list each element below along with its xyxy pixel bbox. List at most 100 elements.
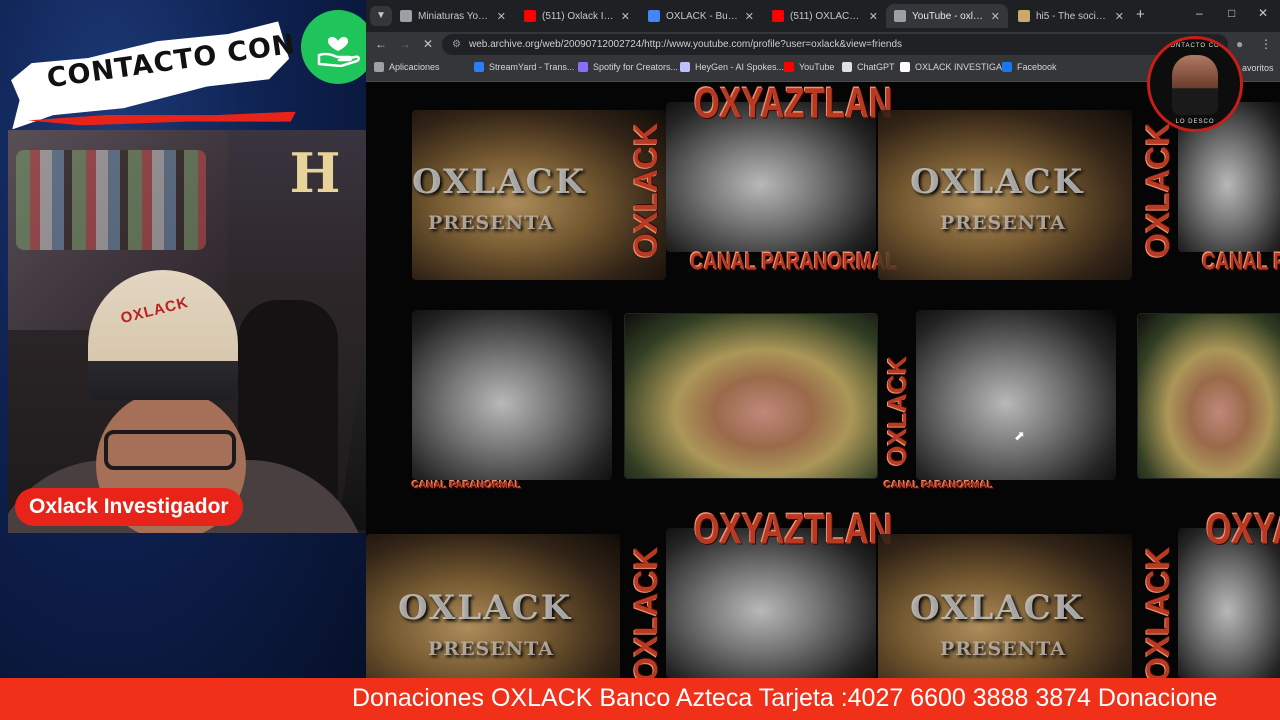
bookmark-label: Spotify for Creators... — [593, 62, 679, 72]
brand-title: OXYAZTLAN — [694, 82, 893, 127]
browser-menu-icon[interactable]: ⋮ — [1260, 37, 1272, 51]
brand-vertical: OXLACK — [628, 122, 664, 258]
brand-tagline-small: CANAL PARANORMAL — [884, 480, 994, 491]
bookmark-label: YouTube — [799, 62, 835, 72]
youtube-icon — [784, 62, 794, 72]
maximize-button[interactable]: □ — [1228, 6, 1235, 20]
archive-icon — [894, 10, 906, 22]
tab-title: YouTube - oxlack's C... — [912, 10, 985, 22]
brand-title: OXYAZTLAN — [694, 504, 893, 553]
shelf-letter: H — [289, 141, 341, 205]
heart-hand-icon — [301, 10, 375, 84]
brand-vertical: OXLACK — [1140, 546, 1176, 678]
spotify-icon — [578, 62, 588, 72]
presenter-name-tag: Oxlack Investigador — [15, 488, 243, 526]
close-tab-icon[interactable]: ✕ — [745, 10, 754, 23]
browser-tab[interactable]: (511) Oxlack Investig... ✕ — [516, 4, 638, 28]
watermark-presenta: PRESENTA — [940, 638, 1066, 660]
bookmark-item[interactable]: Spotify for Creators... — [578, 62, 678, 72]
google-icon — [648, 10, 660, 22]
back-arrow-icon[interactable]: ← — [375, 37, 387, 51]
forward-arrow-icon[interactable]: → — [399, 37, 411, 51]
brand-tagline-small: CANAL PARANORMAL — [412, 480, 522, 491]
brand-tagline: CANAL PARANORMAL — [690, 249, 898, 276]
close-tab-icon[interactable]: ✕ — [991, 10, 1000, 23]
tiktok-icon — [900, 62, 910, 72]
facebook-icon — [1002, 62, 1012, 72]
watermark-presenta: PRESENTA — [428, 638, 554, 660]
chatgpt-icon — [842, 62, 852, 72]
browser-tab[interactable]: OXLACK - Buscar con ✕ — [640, 4, 762, 28]
ticker-text: Donaciones OXLACK Banco Azteca Tarjeta :… — [352, 684, 1218, 712]
brand-vertical: OXLACK — [1140, 122, 1176, 258]
wallpaper-tile — [916, 310, 1116, 480]
address-bar: ← → ✕ ⚙ web.archive.org/web/200907120027… — [366, 32, 1280, 57]
watermark-oxlack: OXLACK — [398, 588, 573, 628]
bookmark-label: ChatGPT — [857, 62, 895, 72]
close-window-button[interactable]: ✕ — [1258, 6, 1268, 20]
close-tab-icon[interactable]: ✕ — [497, 10, 506, 23]
close-tab-icon[interactable]: ✕ — [1115, 10, 1124, 23]
streamyard-icon — [474, 62, 484, 72]
mouse-cursor-icon: ⬈ — [1014, 428, 1025, 443]
brand-vertical: OXLACK — [882, 356, 912, 466]
site-info-icon[interactable]: ⚙ — [452, 39, 461, 50]
stop-loading-icon[interactable]: ✕ — [423, 37, 433, 51]
bookmark-label: StreamYard - Trans... — [489, 62, 575, 72]
close-tab-icon[interactable]: ✕ — [621, 10, 630, 23]
brand-vertical: OXLACK — [628, 546, 664, 678]
tab-search-button[interactable]: ▼ — [370, 6, 392, 26]
browser-window: ▼ Miniaturas YouTube✕(511) Oxlack Invest… — [366, 0, 1280, 678]
watermark-oxlack: OXLACK — [910, 588, 1085, 628]
new-tab-button[interactable]: + — [1136, 6, 1145, 23]
bookmark-label: OXLACK INVESTIGA... — [915, 62, 1010, 72]
url-input[interactable]: ⚙ web.archive.org/web/20090712002724/htt… — [442, 34, 1228, 55]
bookmark-item[interactable]: Facebook — [1002, 62, 1057, 72]
channel-logo: CONTACTO CON LO DESCO — [1147, 36, 1243, 132]
logo-ring-text-bottom: LO DESCO — [1175, 119, 1215, 125]
browser-tab[interactable]: hi5 - The social netw... ✕ — [1010, 4, 1132, 28]
browser-tab[interactable]: (511) OXLACK CASTR... ✕ — [764, 4, 886, 28]
webcam-feed: H OXLACK — [8, 130, 411, 533]
tab-title: (511) Oxlack Investig... — [542, 10, 615, 22]
close-tab-icon[interactable]: ✕ — [869, 10, 878, 23]
browser-tab[interactable]: YouTube - oxlack's C... ✕ — [886, 4, 1008, 28]
minimize-button[interactable]: – — [1196, 6, 1203, 20]
web-page-content: OXLACK PRESENTA OXYAZTLAN OXLACK CANAL P… — [366, 82, 1280, 678]
figure-collection — [16, 150, 206, 250]
tab-title: OXLACK - Buscar con — [666, 10, 739, 22]
tab-title: Miniaturas YouTube — [418, 10, 491, 22]
wallpaper-tile-featured — [624, 313, 878, 479]
bookmark-item[interactable]: StreamYard - Trans... — [474, 62, 574, 72]
donation-ticker: Donaciones OXLACK Banco Azteca Tarjeta :… — [0, 678, 1280, 720]
bookmark-label: HeyGen - AI Spokes... — [695, 62, 785, 72]
bookmark-item[interactable]: ChatGPT — [842, 62, 895, 72]
bookmark-item[interactable]: OXLACK INVESTIGA... — [900, 62, 1010, 72]
brand-tagline: CANAL PARANORMAL — [1202, 249, 1280, 276]
logo-ring-text: CONTACTO CON — [1164, 43, 1226, 49]
bookmark-item[interactable]: HeyGen - AI Spokes... — [680, 62, 784, 72]
youtube-icon — [524, 10, 536, 22]
bookmark-label: Aplicaciones — [389, 62, 440, 72]
watermark-oxlack: OXLACK — [910, 162, 1085, 202]
wallpaper-tile — [412, 310, 612, 480]
watermark-presenta: PRESENTA — [940, 212, 1066, 234]
browser-tab[interactable]: Miniaturas YouTube ✕ — [392, 4, 514, 28]
grid-icon — [400, 10, 412, 22]
bookmarks-overflow[interactable]: avoritos — [1242, 63, 1274, 73]
url-text: web.archive.org/web/20090712002724/http:… — [468, 39, 903, 50]
brand-title-partial: OXYAZTLAN — [1206, 504, 1280, 553]
tab-title: hi5 - The social netw... — [1036, 10, 1109, 22]
watermark-oxlack: OXLACK — [412, 162, 587, 202]
heygen-icon — [680, 62, 690, 72]
presenter-glasses — [104, 430, 236, 470]
watermark-presenta: PRESENTA — [428, 212, 554, 234]
tab-bar: ▼ Miniaturas YouTube✕(511) Oxlack Invest… — [366, 0, 1280, 32]
bookmark-item[interactable]: YouTube — [784, 62, 834, 72]
youtube-icon — [772, 10, 784, 22]
wallpaper-tile-featured — [1137, 313, 1280, 479]
tab-title: (511) OXLACK CASTR... — [790, 10, 863, 22]
apps-icon — [374, 62, 384, 72]
bookmark-item[interactable]: Aplicaciones — [374, 62, 440, 72]
bookmarks-bar: Aplicaciones StreamYard - Trans... Spotify… — [366, 57, 1280, 82]
